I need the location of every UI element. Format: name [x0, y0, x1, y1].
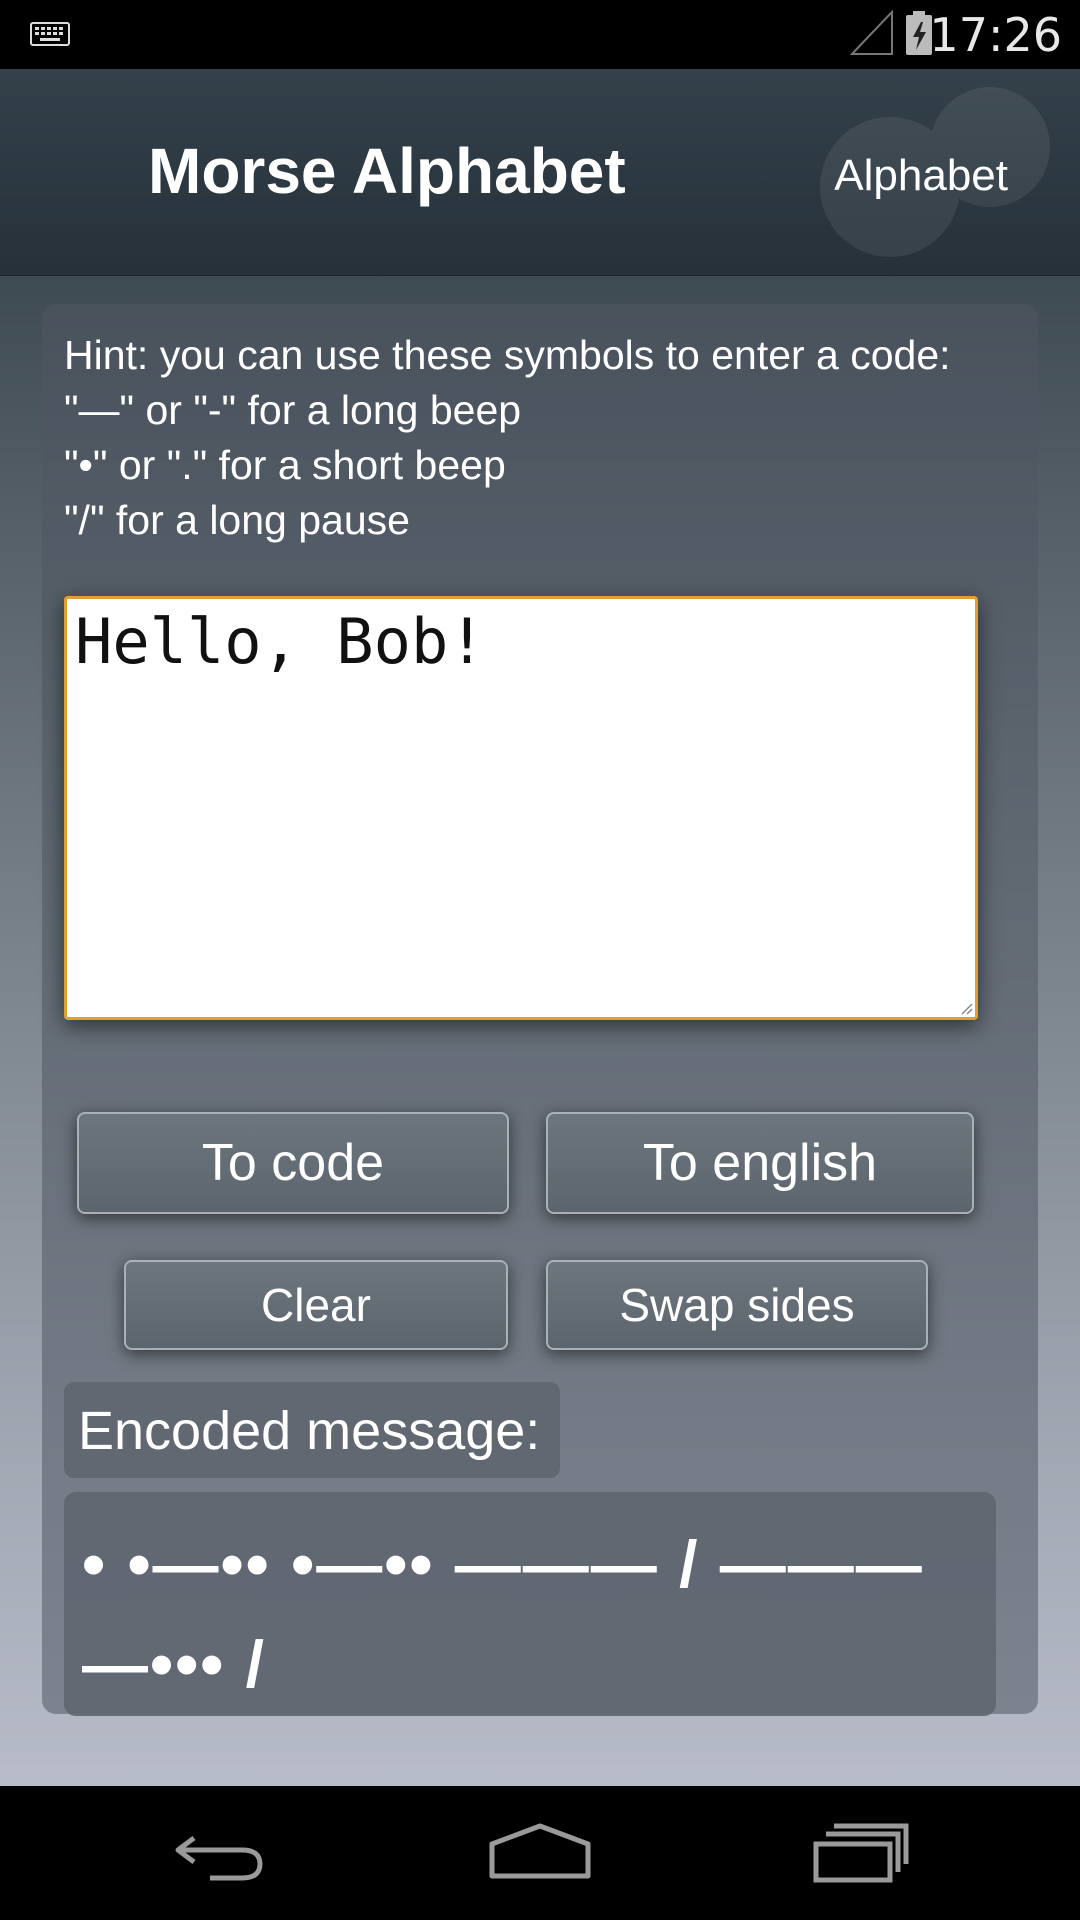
alphabet-menu-button[interactable]: Alphabet [834, 151, 1008, 201]
main-content: Hint: you can use these symbols to enter… [0, 276, 1080, 1786]
navigation-bar [0, 1786, 1080, 1920]
hint-line: "•" or "." for a short beep [64, 442, 506, 488]
status-clock: 17:26 [929, 8, 1062, 62]
hint-line: "/" for a long pause [64, 497, 410, 543]
encoded-label-container: Encoded message: [64, 1382, 560, 1478]
recents-icon[interactable] [812, 1818, 912, 1893]
hint-line: Hint: you can use these symbols to enter… [64, 332, 951, 378]
clear-button[interactable]: Clear [124, 1260, 508, 1350]
hint-line: "—" or "-" for a long beep [64, 387, 522, 433]
back-icon[interactable] [172, 1818, 268, 1893]
action-bar: Morse Alphabet Alphabet [0, 69, 1080, 277]
resize-grip-icon[interactable] [959, 1001, 973, 1015]
signal-icon [849, 9, 894, 61]
swap-sides-button[interactable]: Swap sides [546, 1260, 928, 1350]
encoded-message-text: • •—•• •—•• ——— / ——— —••• / [82, 1527, 924, 1701]
to-code-button[interactable]: To code [77, 1112, 509, 1214]
home-icon[interactable] [488, 1818, 592, 1893]
message-input[interactable]: Hello, Bob! [64, 596, 978, 1020]
to-english-button[interactable]: To english [546, 1112, 974, 1214]
message-input-text[interactable]: Hello, Bob! [75, 605, 486, 678]
hint-text: Hint: you can use these symbols to enter… [64, 328, 1034, 548]
app-title: Morse Alphabet [148, 135, 626, 207]
status-bar: 17:26 [0, 0, 1080, 69]
converter-panel: Hint: you can use these symbols to enter… [42, 304, 1038, 1716]
encoded-message-label: Encoded message: [78, 1401, 541, 1461]
encoded-output: • •—•• •—•• ——— / ——— —••• / [64, 1492, 996, 1716]
keyboard-icon [30, 22, 70, 51]
